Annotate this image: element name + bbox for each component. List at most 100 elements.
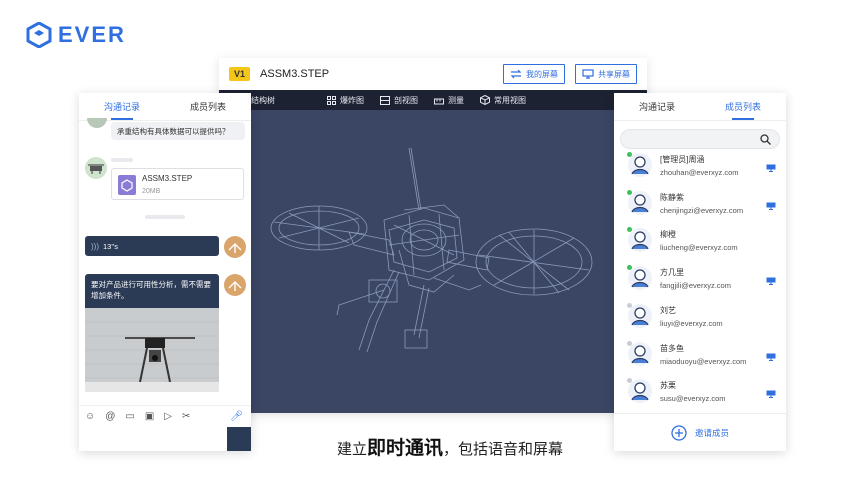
avatar (224, 236, 246, 258)
member-name: 苗多鱼 (660, 343, 684, 353)
member-email: liucheng@everxyz.com (660, 243, 738, 253)
status-dot (627, 189, 632, 195)
tab-member-list[interactable]: 成员列表 (700, 93, 786, 120)
scissors-icon[interactable]: ✂ (182, 411, 190, 422)
chat-panel: 沟通记录 成员列表 承重结构有具体数据可以提供吗？ ASSM3.STEP 20M… (79, 93, 251, 451)
image-icon[interactable]: ▣ (145, 411, 154, 422)
model-canvas[interactable] (219, 110, 647, 413)
structure-tree-label: 结构树 (251, 95, 275, 105)
file-type-icon (118, 175, 136, 195)
screen-share-icon[interactable] (766, 197, 776, 210)
common-views-label: 常用视图 (494, 95, 526, 105)
caption: 建立 即时通讯 ，包括语音和屏幕 (337, 433, 563, 460)
message-input[interactable] (79, 427, 227, 451)
video-icon[interactable]: ▷ (164, 411, 172, 422)
member-email: miaoduoyu@everxyz.com (660, 356, 747, 366)
screen-share-icon[interactable] (766, 385, 776, 399)
folder-icon[interactable]: ▭ (125, 411, 134, 422)
section-view-tool[interactable]: 剖视图 (380, 95, 418, 106)
version-badge: V1 (229, 67, 251, 81)
drone-avatar-icon (228, 243, 242, 253)
screen-share-icon[interactable] (766, 159, 776, 172)
file-title: ASSM3.STEP (260, 68, 330, 80)
member-name: 陈静紫 (660, 192, 684, 202)
members-tabs: 沟通记录 成员列表 (614, 93, 786, 121)
member-row[interactable]: 陈静紫 chenjingzi@everxyz.com (614, 187, 786, 224)
measure-tool[interactable]: 测量 (434, 95, 464, 106)
status-dot (627, 302, 632, 308)
member-name: 刘艺 (660, 305, 676, 315)
avatar (85, 157, 107, 179)
member-row[interactable]: [管理员]周涵 zhouhan@everxyz.com (614, 149, 786, 186)
tab-chat-history[interactable]: 沟通记录 (614, 93, 700, 120)
voice-duration: 13''s (103, 241, 118, 251)
member-search-input[interactable] (620, 129, 780, 149)
switch-arrows-icon (510, 69, 522, 79)
member-email: susu@everxyz.com (660, 394, 726, 404)
member-row[interactable]: 柳橙 liucheng@everxyz.com (614, 224, 786, 261)
tab-chat-history[interactable]: 沟通记录 (79, 93, 165, 120)
chat-message-with-image: 要对产品进行可用性分析，需不需要增加条件。 (85, 274, 219, 392)
monitor-icon (582, 69, 594, 79)
share-screen-button[interactable]: 共享屏幕 (575, 64, 637, 84)
viewer-header: V1 ASSM3.STEP 我的屏幕 共享屏幕 (219, 58, 647, 90)
member-name: [管理员]周涵 (660, 155, 705, 164)
member-name: 苏栗 (660, 381, 676, 391)
status-dot (627, 340, 632, 346)
time-divider (145, 215, 185, 219)
tab-label: 成员列表 (724, 102, 761, 112)
member-email: liuyi@everxyz.com (660, 318, 723, 328)
caption-highlight: 即时通讯 (367, 438, 444, 459)
at-mention-icon[interactable]: @ (105, 411, 115, 422)
drone-avatar-icon (88, 164, 104, 174)
plus-circle-icon (671, 424, 687, 441)
member-row[interactable]: 方几里 fangjili@everxyz.com (614, 262, 786, 299)
drone-photo-icon (85, 308, 219, 392)
section-view-label: 剖视图 (394, 95, 418, 105)
explode-view-label: 爆炸图 (340, 95, 364, 105)
avatar (224, 274, 246, 296)
viewer-toolbar: 结构树 爆炸图 剖视图 测量 常用视图 (219, 90, 647, 110)
member-email: chenjingzi@everxyz.com (660, 205, 744, 215)
explode-icon (327, 95, 336, 105)
send-button[interactable] (227, 427, 251, 451)
member-row[interactable]: 苗多鱼 miaoduoyu@everxyz.com (614, 338, 786, 375)
invite-member-label: 邀请成员 (694, 427, 729, 438)
member-name: 柳橙 (660, 230, 676, 240)
drone-wireframe-icon (270, 147, 593, 353)
screen-share-icon[interactable] (766, 272, 776, 286)
structure-tree-tool[interactable]: 结构树 (251, 95, 275, 106)
ever-logo-icon (26, 22, 52, 48)
voice-message[interactable]: ))) 13''s (85, 236, 219, 256)
brand-logo: EVER (26, 22, 126, 48)
tab-member-list[interactable]: 成员列表 (165, 93, 251, 120)
model-viewer: V1 ASSM3.STEP 我的屏幕 共享屏幕 结构树 爆炸图 剖视图 测量 常… (219, 58, 647, 413)
screen-share-icon[interactable] (766, 348, 776, 361)
status-dot (627, 152, 632, 157)
share-screen-label: 共享屏幕 (598, 69, 630, 79)
member-email: zhouhan@everxyz.com (660, 168, 739, 177)
invite-member-button[interactable]: 邀请成员 (614, 413, 786, 451)
drone-photo[interactable] (85, 308, 219, 392)
input-toolbar: ☺ @ ▭ ▣ ▷ ✂ 🎤︎ (79, 405, 251, 427)
microphone-icon[interactable]: 🎤︎ (230, 411, 243, 422)
message-text: 要对产品进行可用性分析，需不需要增加条件。 (91, 280, 211, 300)
explode-view-tool[interactable]: 爆炸图 (327, 95, 364, 106)
member-row[interactable]: 苏栗 susu@everxyz.com (614, 375, 786, 412)
members-panel: 沟通记录 成员列表 [管理员]周涵 zhouhan@everxyz.com 陈静紫 c… (614, 93, 786, 451)
message-text: 承重结构有具体数据可以提供吗？ (117, 127, 230, 136)
my-screen-label: 我的屏幕 (526, 69, 558, 79)
drone-avatar-icon (228, 281, 242, 291)
tab-label: 成员列表 (189, 102, 226, 112)
avatar (87, 118, 107, 128)
my-screen-button[interactable]: 我的屏幕 (503, 64, 565, 84)
common-views-tool[interactable]: 常用视图 (480, 95, 526, 106)
sender-name-placeholder (111, 158, 133, 162)
member-row[interactable]: 刘艺 liuyi@everxyz.com (614, 300, 786, 337)
caption-prefix: 建立 (337, 441, 368, 458)
emoji-icon[interactable]: ☺ (85, 411, 95, 422)
brand-name: EVER (58, 22, 126, 47)
chat-tabs: 沟通记录 成员列表 (79, 93, 251, 121)
tab-label: 沟通记录 (103, 102, 140, 112)
file-card[interactable]: ASSM3.STEP 20MB (111, 168, 244, 200)
